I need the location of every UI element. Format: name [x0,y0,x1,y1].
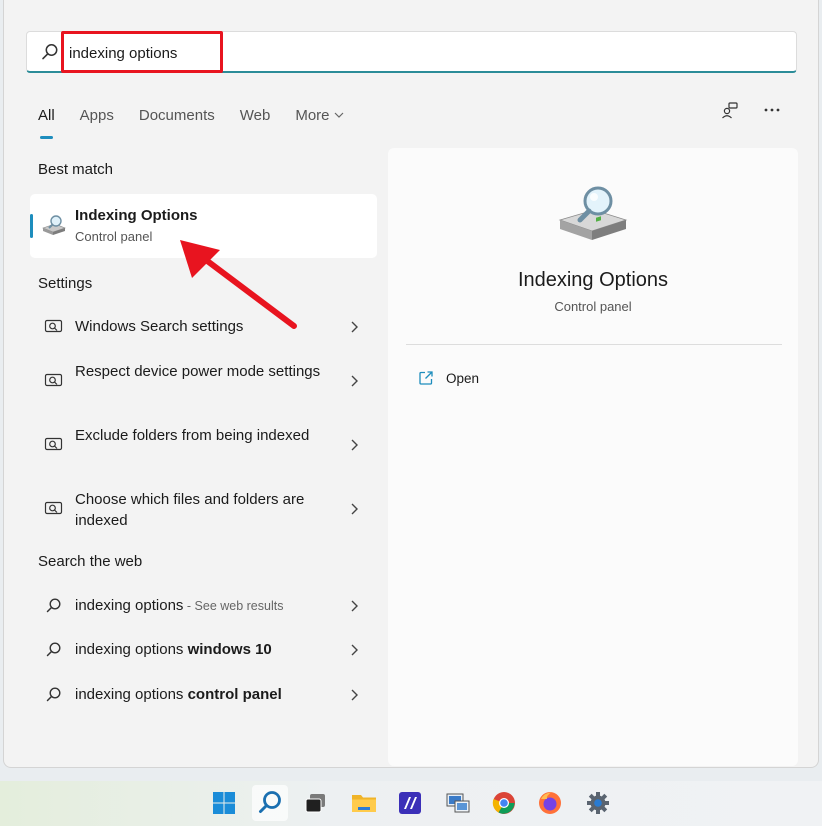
chrome-icon [492,792,515,814]
settings-item-label: Respect device power mode settings [75,363,321,380]
chevron-right-icon [351,644,358,656]
web-result-item[interactable]: indexing options control panel [30,680,377,710]
visual-studio-icon [399,792,421,814]
search-panel: All Apps Documents Web More Best match [3,0,819,768]
taskbar-visual-studio-button[interactable] [392,785,428,821]
taskbar-firefox-button[interactable] [532,785,568,821]
ellipsis-icon [764,108,780,112]
tab-all[interactable]: All [38,100,55,139]
search-box[interactable] [26,31,797,73]
settings-search-icon [44,373,63,387]
windows-start-icon [213,792,235,814]
indexing-options-icon [42,215,66,235]
tab-web[interactable]: Web [240,100,271,130]
search-icon [46,687,61,702]
taskbar-chrome-button[interactable] [486,785,522,821]
settings-item-label: Choose which files and folders are index… [75,491,305,529]
chevron-right-icon [351,600,358,612]
search-icon [46,598,61,613]
more-options-button[interactable] [760,98,784,122]
chevron-right-icon [351,689,358,701]
file-explorer-icon [352,795,376,812]
web-result-label: indexing options control panel [75,686,282,703]
chevron-right-icon [351,439,358,451]
section-title-best-match: Best match [38,161,114,178]
section-title-settings: Settings [38,275,93,292]
firefox-icon [539,792,561,814]
task-view-icon [305,794,325,813]
taskbar [0,781,822,826]
settings-item-exclude-folders[interactable]: Exclude folders from being indexed [30,422,377,468]
taskbar-task-view-button[interactable] [298,785,334,821]
search-icon [46,642,61,657]
settings-search-icon [44,437,63,451]
best-match-indexing-options[interactable]: Indexing Options Control panel [30,194,377,258]
account-switch-button[interactable] [718,98,742,122]
taskbar-start-button[interactable] [206,785,242,821]
best-match-subtitle: Control panel [75,229,153,244]
chevron-right-icon [351,503,358,515]
indexing-options-large-icon [558,186,628,240]
search-icon [259,791,281,813]
settings-item-power-mode[interactable]: Respect device power mode settings [30,358,377,404]
search-filter-tabs: All Apps Documents Web More [38,100,369,139]
web-result-label: indexing options - See web results [75,597,284,614]
preview-subtitle: Control panel [554,299,632,314]
taskbar-settings-button[interactable] [580,785,616,821]
section-title-web: Search the web [38,553,143,570]
open-action-label: Open [446,370,480,386]
account-switch-icon [722,102,738,119]
taskbar-remote-desktop-button[interactable] [440,785,476,821]
open-action[interactable]: Open [418,367,479,389]
chevron-right-icon [351,375,358,387]
selection-indicator [30,214,33,238]
chevron-down-icon [334,112,343,118]
settings-item-choose-files[interactable]: Choose which files and folders are index… [30,486,377,532]
settings-item-label: Exclude folders from being indexed [75,427,310,444]
web-result-label: indexing options windows 10 [75,641,272,658]
remote-desktop-icon [446,793,470,813]
best-match-title: Indexing Options [75,207,198,224]
preview-pane: Indexing Options Control panel Open [388,148,798,766]
settings-search-icon [44,501,63,515]
taskbar-search-button[interactable] [252,785,288,821]
taskbar-file-explorer-button[interactable] [346,785,382,821]
top-right-actions [718,98,784,122]
web-result-item[interactable]: indexing options windows 10 [30,635,377,665]
open-external-icon [419,371,433,385]
tab-more[interactable]: More [295,100,343,130]
settings-item-label: Windows Search settings [75,318,244,335]
tab-documents[interactable]: Documents [139,100,215,130]
chevron-right-icon [351,321,358,333]
web-result-item[interactable]: indexing options - See web results [30,591,377,621]
divider [406,344,782,345]
search-input[interactable] [69,42,469,64]
settings-gear-icon [587,792,609,814]
settings-search-icon [44,319,63,333]
settings-item-windows-search[interactable]: Windows Search settings [30,312,377,342]
tab-apps[interactable]: Apps [80,100,114,130]
search-icon [42,44,58,60]
preview-title: Indexing Options [517,269,669,291]
